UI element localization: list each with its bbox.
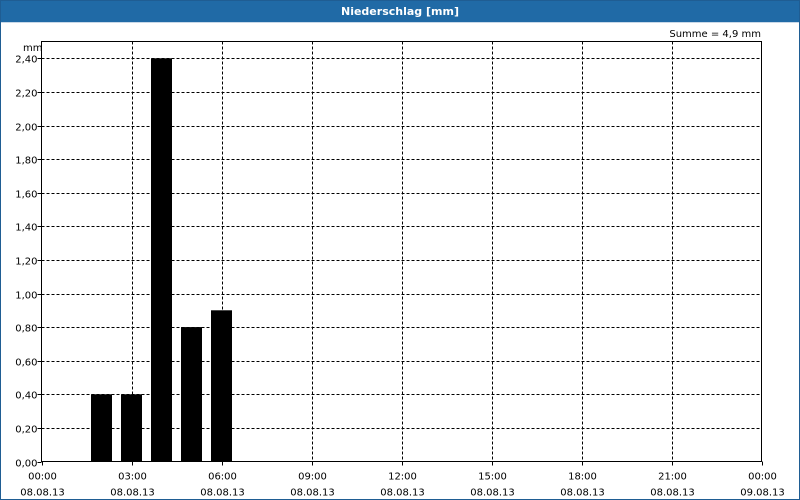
x-tick-time-label: 15:00	[478, 472, 507, 483]
y-tick-label: 1,20	[15, 257, 37, 268]
y-tick-label: 0,20	[15, 425, 37, 436]
y-tick-label: 2,40	[15, 55, 37, 66]
x-tick-time-label: 12:00	[388, 472, 417, 483]
plot-area	[41, 41, 762, 462]
x-tick-date-label: 08.08.13	[200, 488, 245, 499]
y-tick-label: 1,60	[15, 190, 37, 201]
y-tick-label: 2,20	[15, 89, 37, 100]
y-tick-label: 0,00	[15, 459, 37, 470]
y-tick-label: 0,80	[15, 324, 37, 335]
x-tick-date-label: 08.08.13	[380, 488, 425, 499]
y-tick-label: 1,80	[15, 156, 37, 167]
y-tick-label: 1,40	[15, 223, 37, 234]
x-tick-date-label: 08.08.13	[110, 488, 155, 499]
x-tick-time-label: 03:00	[118, 472, 147, 483]
x-tick-date-label: 09.08.13	[740, 488, 785, 499]
y-tick-label: 0,60	[15, 358, 37, 369]
x-tick-date-label: 08.08.13	[560, 488, 605, 499]
chart-window: Niederschlag [mm] mm Summe = 4,9 mm 0,00…	[0, 0, 800, 500]
x-tick-date-label: 08.08.13	[470, 488, 515, 499]
x-tick-time-label: 21:00	[658, 472, 687, 483]
y-tick-label: 0,40	[15, 391, 37, 402]
grid	[41, 41, 762, 462]
x-tick-time-label: 00:00	[748, 472, 777, 483]
bars	[91, 58, 232, 462]
bar-hour-5	[181, 327, 202, 462]
y-axis-label: mm	[23, 43, 42, 54]
y-axis: 0,00 0,20 0,40 0,60 0,80 1,00 1,20 1,40 1,60 1,80…	[15, 55, 42, 470]
x-tick-time-label: 18:00	[568, 472, 597, 483]
x-tick-date-label: 08.08.13	[650, 488, 695, 499]
bar-hour-4	[151, 58, 172, 462]
precipitation-chart: mm Summe = 4,9 mm 0,00 0,20 0,40 0,60 0,80 1,…	[15, 29, 785, 499]
x-tick-time-label: 09:00	[298, 472, 327, 483]
x-tick-date-label: 08.08.13	[290, 488, 335, 499]
sum-label: Summe = 4,9 mm	[669, 29, 761, 40]
bar-hour-6	[211, 310, 232, 462]
x-axis: 00:00 08.08.13 03:00 08.08.13 06:00 08.08.13 0…	[20, 461, 785, 499]
x-tick-time-label: 00:00	[28, 472, 57, 483]
x-tick-time-label: 06:00	[208, 472, 237, 483]
bar-hour-3	[121, 394, 142, 462]
y-tick-label: 1,00	[15, 291, 37, 302]
x-tick-date-label: 08.08.13	[20, 488, 65, 499]
y-tick-label: 2,00	[15, 123, 37, 134]
bar-hour-2	[91, 394, 112, 462]
